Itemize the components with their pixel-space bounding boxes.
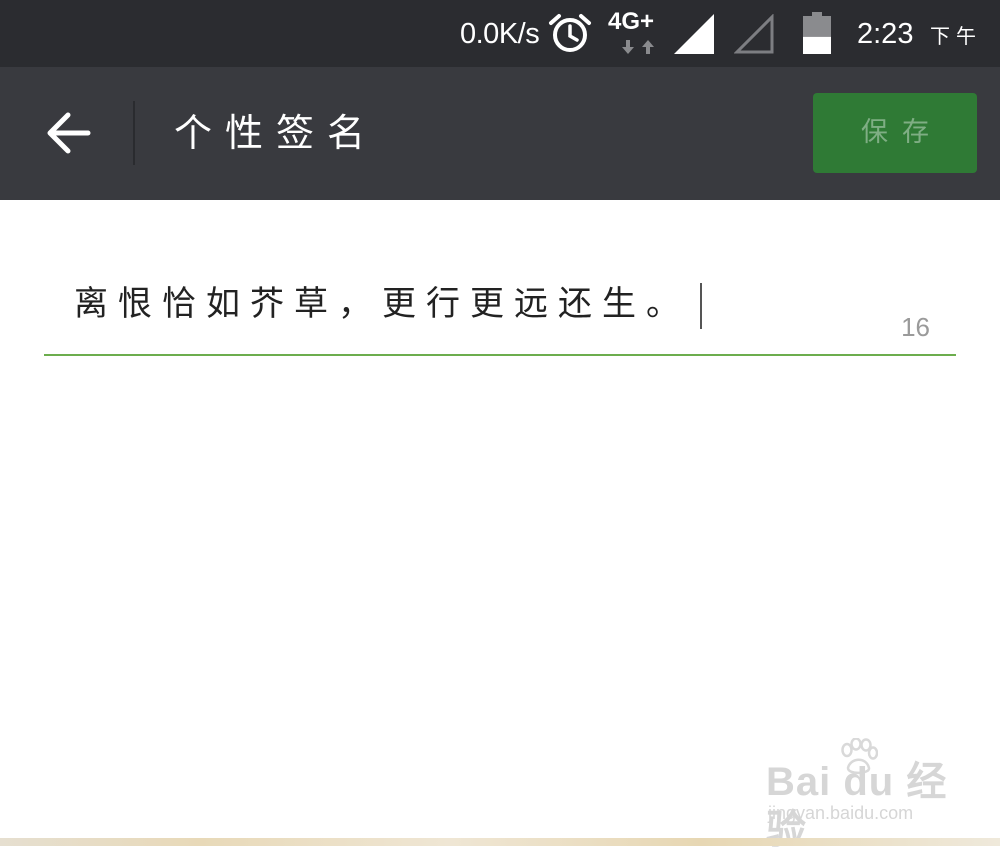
watermark-url: jingyan.baidu.com bbox=[768, 803, 914, 823]
signature-input[interactable]: 离恨恰如芥草，更行更远还生。 16 bbox=[44, 262, 956, 356]
signal-empty-icon bbox=[733, 13, 774, 54]
baidu-jingyan-watermark: Bai du 经验 jingyan.baidu.com bbox=[762, 737, 952, 852]
signal-full-icon bbox=[674, 14, 714, 54]
alarm-icon bbox=[548, 12, 592, 54]
bottom-edge-strip bbox=[0, 838, 1000, 846]
title-divider bbox=[133, 101, 135, 165]
network-type-label: 4G+ bbox=[608, 8, 655, 35]
network-arrows-icon bbox=[620, 38, 660, 56]
text-cursor bbox=[700, 282, 702, 329]
character-counter: 16 bbox=[901, 312, 930, 342]
clock: 2:23 bbox=[857, 18, 914, 50]
arrow-left-icon bbox=[47, 112, 91, 154]
save-button[interactable]: 保存 bbox=[813, 93, 977, 173]
clock-ampm: 下午 bbox=[930, 24, 982, 48]
status-bar: 0.0K/s 4G+ 2:23 下午 bbox=[0, 0, 1000, 67]
battery-icon bbox=[803, 12, 831, 54]
signature-text: 离恨恰如芥草，更行更远还生。 bbox=[74, 284, 690, 324]
page-title: 个性签名 bbox=[174, 111, 379, 155]
network-speed: 0.0K/s bbox=[460, 18, 540, 50]
signature-text-wrapper: 离恨恰如芥草，更行更远还生。 bbox=[74, 280, 702, 329]
network-type-indicator: 4G+ bbox=[608, 8, 664, 58]
back-button[interactable] bbox=[30, 97, 106, 169]
title-bar: 个性签名 保存 bbox=[0, 67, 1000, 200]
